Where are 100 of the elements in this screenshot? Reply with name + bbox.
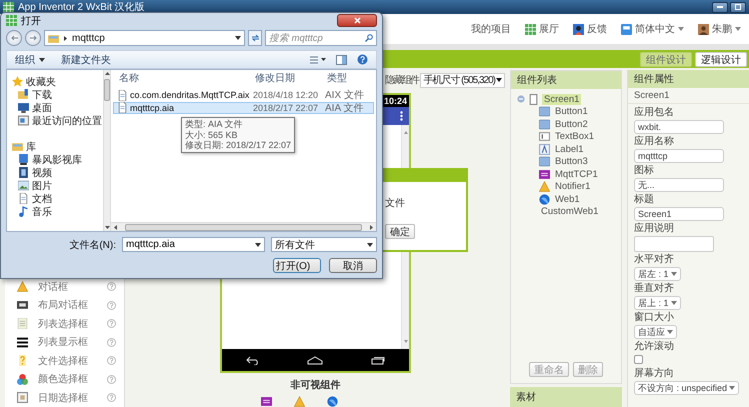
cancel-button[interactable]: 取消 — [329, 258, 377, 273]
file-type-select[interactable]: 所有文件 — [271, 237, 377, 252]
help-icon[interactable] — [107, 393, 116, 402]
tooltip-line: 类型: AIA 文件 — [185, 119, 244, 130]
caret-icon — [496, 78, 502, 82]
calendar-icon — [17, 392, 28, 404]
phone-size-select[interactable]: 手机尺寸 (505,320) — [420, 72, 505, 88]
nav-item[interactable]: 视频 — [7, 166, 103, 179]
column-header[interactable]: 类型 — [327, 71, 347, 85]
column-header[interactable]: 修改日期 — [255, 71, 327, 85]
file-row[interactable]: co.com.dendritas.MqttTCP.aix 2018/4/18 12:20 AIX 文件 — [113, 89, 374, 102]
document-icon — [18, 193, 29, 204]
tree-row[interactable]: Label1 — [517, 143, 621, 156]
nav-link[interactable]: 简体中文 — [621, 22, 684, 36]
address-bar[interactable]: mqtttcp — [44, 30, 245, 46]
palette-item[interactable]: 颜色选择框 — [5, 370, 124, 388]
design-tab[interactable]: 逻辑设计 — [695, 52, 747, 66]
tree-label: Notifier1 — [554, 181, 592, 192]
help-icon[interactable] — [107, 282, 116, 292]
nav-item[interactable]: 图片 — [7, 179, 103, 192]
scroll-thumb[interactable] — [104, 79, 110, 101]
nav-item[interactable]: 音乐 — [7, 205, 103, 218]
warning-icon — [294, 396, 305, 407]
scroll-left-icon — [114, 224, 117, 230]
caret-icon — [235, 36, 241, 40]
file-row[interactable]: mqtttcp.aia 2018/2/17 22:07 AIA 文件 — [113, 102, 374, 114]
tree-row[interactable]: Screen1 — [517, 93, 621, 106]
nav-item[interactable]: 暴风影视库 — [7, 153, 103, 166]
help-icon[interactable] — [107, 319, 116, 328]
help-icon[interactable] — [357, 54, 368, 65]
text-field[interactable]: Screen1 — [634, 207, 724, 221]
property-label: 允许滚动 — [634, 341, 674, 353]
nav-link[interactable]: 我的项目 — [471, 22, 511, 36]
language-icon — [621, 24, 632, 34]
tree-row[interactable]: Notifier1 — [517, 180, 621, 193]
scroll-thumb[interactable] — [125, 224, 362, 230]
collapse-icon[interactable] — [517, 95, 525, 104]
tree-row[interactable]: Button2 — [517, 118, 621, 130]
tree-row[interactable]: MqttTCP1 — [517, 168, 621, 180]
preview-pane-icon[interactable] — [336, 54, 347, 64]
select-dropdown[interactable]: 居左 : 1 — [634, 267, 681, 281]
checkbox[interactable] — [634, 355, 643, 364]
help-icon[interactable] — [107, 338, 116, 347]
palette-item[interactable]: 列表选择框 — [5, 314, 124, 333]
refresh-icon — [250, 34, 260, 42]
close-button[interactable] — [337, 14, 377, 27]
folder-icon — [12, 141, 23, 152]
back-icon[interactable] — [246, 356, 260, 364]
text-field[interactable]: 无... — [634, 178, 724, 192]
view-list-icon[interactable] — [310, 56, 326, 64]
nav-link[interactable]: 反馈 — [573, 22, 607, 36]
column-header[interactable]: 名称 — [119, 71, 255, 85]
help-icon[interactable] — [107, 356, 116, 366]
nav-item[interactable]: 库 — [7, 140, 103, 153]
file-icon — [17, 355, 28, 366]
refresh-button[interactable] — [248, 30, 262, 46]
text-field[interactable]: mqtttcp — [634, 149, 724, 163]
panel-header: 组件属性 — [628, 70, 749, 88]
nav-item[interactable]: 文档 — [7, 192, 103, 205]
toolbar-button[interactable]: 新建文件夹 — [61, 52, 111, 66]
select-dropdown[interactable]: 居上 : 1 — [634, 296, 681, 310]
text-field[interactable]: wxbit. — [634, 120, 724, 134]
home-icon[interactable] — [307, 356, 324, 364]
minimize-icon — [717, 6, 723, 8]
nav-item[interactable]: 收藏夹 — [7, 75, 103, 88]
tree-row[interactable]: Button3 — [517, 156, 621, 168]
caret-icon — [667, 330, 673, 334]
toolbar-button[interactable]: 组织 — [15, 52, 45, 66]
nav-item[interactable]: 下载 — [7, 88, 103, 101]
tree-row[interactable]: Button1 — [517, 106, 621, 118]
palette-item[interactable]: 日期选择框 — [5, 388, 124, 407]
tree-label: Label1 — [554, 144, 585, 155]
design-tab[interactable]: 组件设计 — [640, 52, 692, 66]
recents-icon[interactable] — [371, 356, 386, 364]
filename-field[interactable]: mqtttcp.aia — [122, 237, 265, 252]
help-icon[interactable] — [107, 300, 116, 310]
maximize-button[interactable] — [730, 2, 746, 12]
tree-row[interactable]: Web1 — [517, 193, 621, 206]
palette-item[interactable]: 布局对话框 — [5, 296, 124, 314]
back-button[interactable] — [6, 30, 22, 46]
nav-item[interactable]: 最近访问的位置 — [7, 114, 103, 127]
select-dropdown[interactable]: 自适应 — [634, 325, 677, 339]
palette-item[interactable]: 列表显示框 — [5, 333, 124, 352]
tree-row[interactable]: TextBox1 — [517, 130, 621, 143]
nav-item[interactable]: 桌面 — [7, 101, 103, 114]
select-dropdown[interactable]: 不设方向 : unspecified — [634, 381, 740, 395]
minimize-button[interactable] — [712, 2, 728, 12]
tree-row[interactable]: CustomWeb1 — [517, 206, 621, 218]
tree-label: MqttTCP1 — [554, 168, 599, 180]
open-button[interactable]: 打开(O) — [273, 258, 321, 273]
more-icon[interactable] — [400, 111, 403, 121]
nav-link[interactable]: 展厅 — [525, 22, 559, 36]
nav-link[interactable]: 朱鹏 — [698, 22, 741, 36]
search-field[interactable]: 搜索 mqtttcp — [265, 30, 377, 46]
palette-item[interactable]: 文件选择框 — [5, 352, 124, 370]
palette-item[interactable]: 对话框 — [5, 278, 124, 296]
forward-button[interactable] — [25, 30, 41, 46]
caret-icon — [670, 301, 677, 305]
help-icon[interactable] — [107, 374, 116, 384]
ok-button[interactable]: 确定 — [385, 224, 415, 239]
